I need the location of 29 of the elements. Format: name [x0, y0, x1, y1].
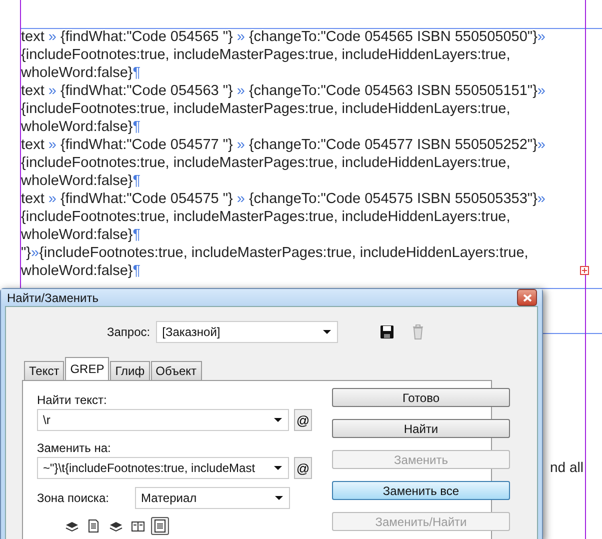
text-paragraph: text » {findWhat:"Code 054565 "} » {changeTo:"Code 054565 ISBN 550505050"}» {includeFootnotes:true, includeMasterPages:true, includeHiddenLayers:true, wholeWord:false}¶ — [21, 28, 546, 82]
tab[interactable]: Объект — [150, 361, 202, 380]
scope-dropdown[interactable]: Материал — [135, 487, 290, 509]
text-line: nd all — [550, 459, 584, 475]
text-paragraph: text » {findWhat:"Code 054577 "} » {changeTo:"Code 054577 ISBN 550505252"}» {includeFootnotes:true, includeMasterPages:true, includeHiddenLayers:true, wholeWord:false}¶ — [21, 136, 546, 190]
find-field[interactable]: \r — [37, 409, 289, 431]
text-paragraph: text » {findWhat:"Code 054575 "} » {changeTo:"Code 054575 ISBN 550505353"}» {includeFootnotes:true, includeMasterPages:true, includeHiddenLayers:true, wholeWord:false}¶ — [21, 190, 546, 244]
dialog-button[interactable]: Найти — [332, 419, 510, 438]
query-dropdown[interactable]: [Заказной] — [156, 321, 338, 343]
replace-field[interactable]: ~"}\t{includeFootnotes:true, includeMast — [37, 457, 289, 479]
special-chars-button[interactable]: @ — [294, 409, 312, 431]
dialog-button[interactable]: Заменить все — [332, 481, 510, 500]
find-label: Найти текст: — [37, 393, 107, 407]
dialog-button[interactable]: Готово — [332, 388, 510, 407]
replace-label: Заменить на: — [37, 441, 111, 455]
close-icon — [522, 294, 532, 302]
tab[interactable]: GREP — [65, 357, 110, 380]
special-chars-button[interactable]: @ — [294, 457, 312, 479]
note-icon[interactable] — [151, 517, 169, 535]
query-label: Запрос: — [107, 325, 150, 339]
text-paragraph: "}»{includeFootnotes:true, includeMasterPages:true, includeHiddenLayers:true, wholeWord:false}¶ — [21, 244, 530, 280]
save-icon[interactable] — [380, 325, 394, 339]
overset-icon[interactable] — [580, 266, 589, 275]
window-title: Найти/Заменить — [7, 290, 98, 304]
scope-label: Зона поиска: — [37, 491, 110, 505]
tab[interactable]: Текст — [24, 361, 64, 380]
tab[interactable]: Глиф — [110, 361, 150, 380]
text-paragraph: text » {findWhat:"Code 054563 "} » {changeTo:"Code 054563 ISBN 550505151"}» {includeFootnotes:true, includeMasterPages:true, includeHiddenLayers:true, wholeWord:false}¶ — [21, 82, 546, 136]
close-button[interactable] — [517, 289, 537, 306]
